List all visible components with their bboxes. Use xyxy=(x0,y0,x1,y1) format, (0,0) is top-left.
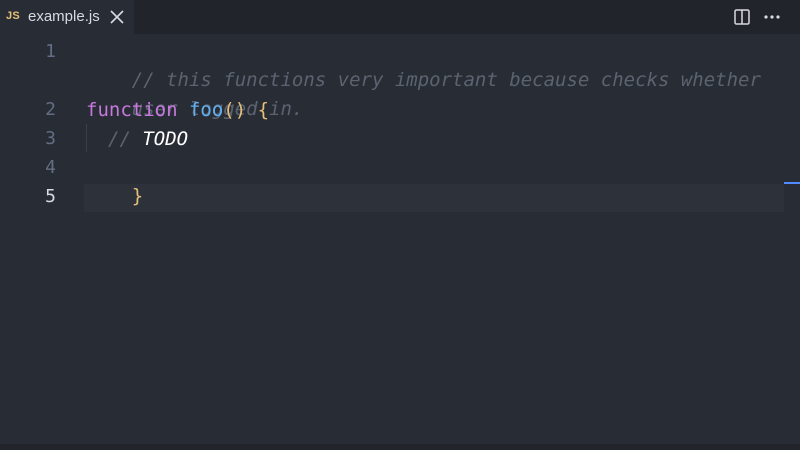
line-number: 1 xyxy=(45,41,56,62)
code-line-3: // TODO xyxy=(108,125,188,153)
more-actions-icon[interactable] xyxy=(762,7,782,27)
code-line-2: function foo() { xyxy=(86,96,269,124)
keyword-token: function xyxy=(86,99,178,121)
current-line-highlight xyxy=(84,184,784,212)
cursor-position-marker xyxy=(784,182,800,184)
javascript-file-icon: JS xyxy=(6,10,20,22)
line-number: 3 xyxy=(45,128,56,149)
tab-example-js[interactable]: JS example.js xyxy=(0,0,134,34)
tab-label: example.js xyxy=(28,8,100,25)
vertical-scrollbar[interactable] xyxy=(784,34,800,444)
line-number-active: 5 xyxy=(45,186,56,207)
brace-token: { xyxy=(257,99,270,121)
line-number: 4 xyxy=(45,157,56,178)
code-editor[interactable]: 1 2 3 4 5 // this functions very importa… xyxy=(0,34,800,444)
brace-token: } xyxy=(131,185,144,207)
close-icon[interactable] xyxy=(108,8,126,26)
indent-guide xyxy=(86,124,87,152)
comment-token: // xyxy=(108,128,143,150)
line-number: 2 xyxy=(45,99,56,120)
code-line-4: } xyxy=(86,154,143,238)
function-name-token: foo xyxy=(188,99,224,121)
paren-token: () xyxy=(223,99,247,121)
tab-bar: JS example.js xyxy=(0,0,800,34)
todo-token: TODO xyxy=(142,128,189,150)
bottom-border xyxy=(0,444,800,450)
split-editor-icon[interactable] xyxy=(732,7,752,27)
